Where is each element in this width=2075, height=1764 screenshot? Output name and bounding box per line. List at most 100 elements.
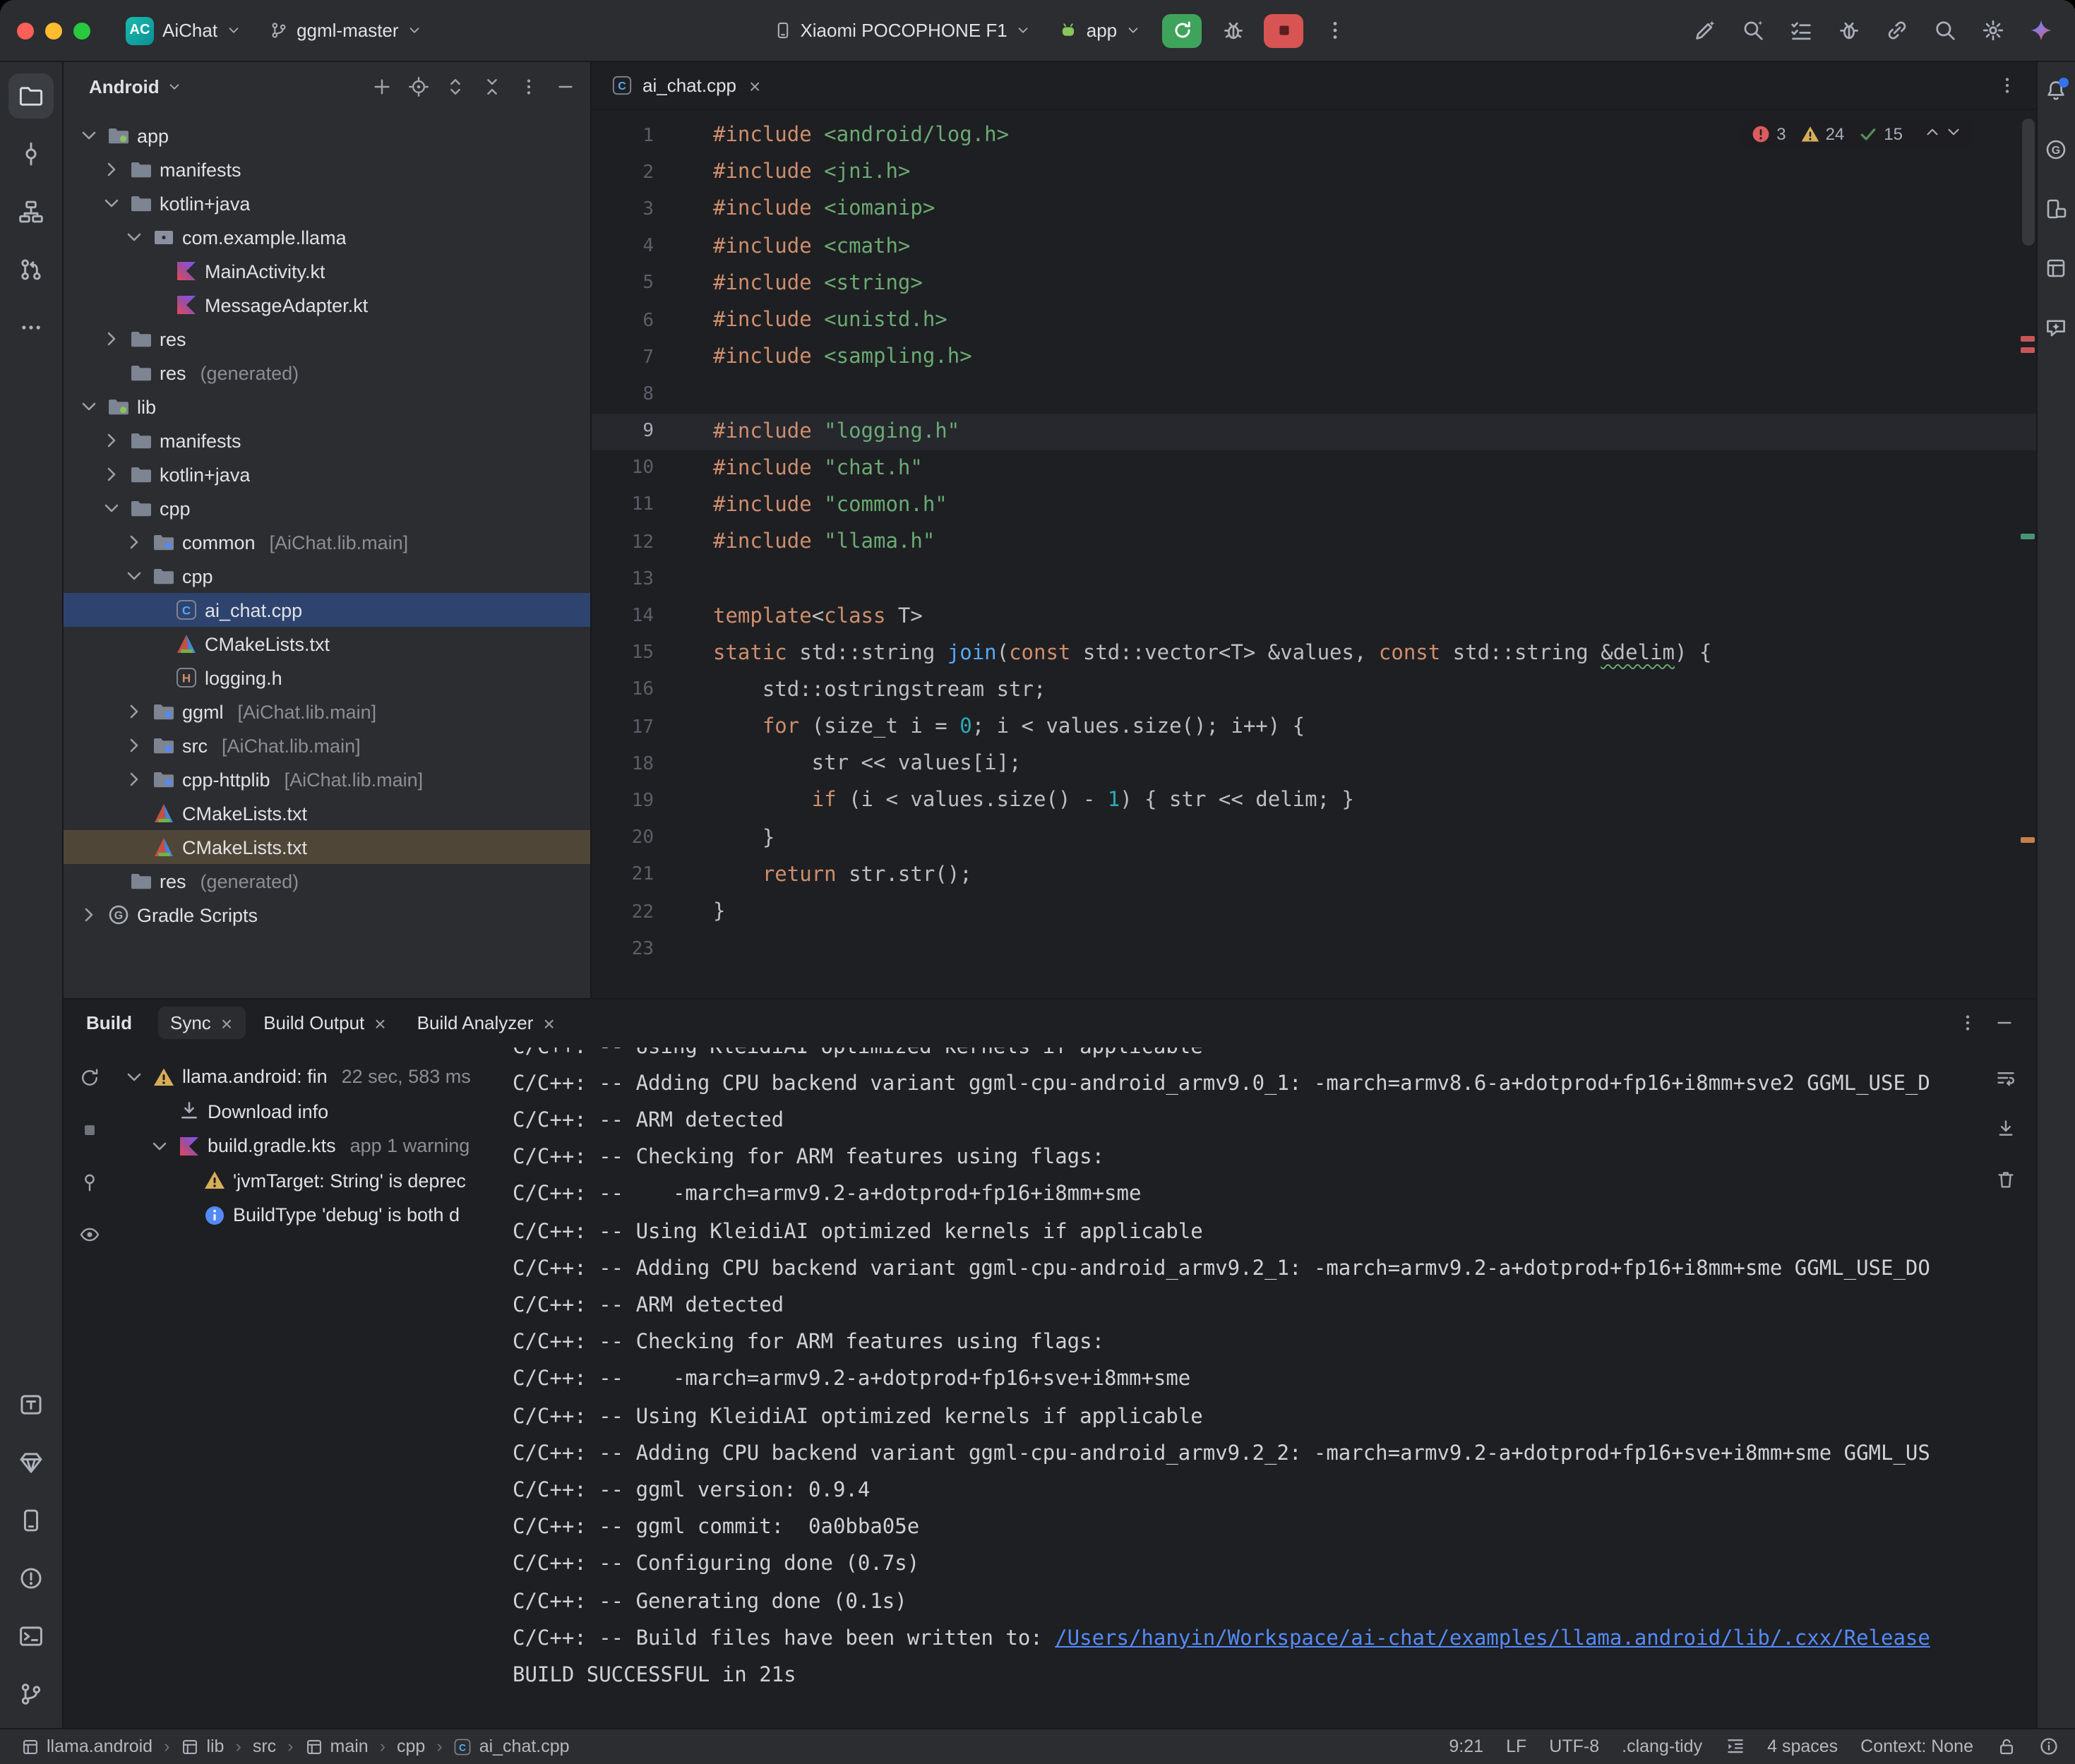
device-explorer-tool-button[interactable] <box>2039 192 2073 226</box>
code-line[interactable]: 9#include "logging.h" <box>592 413 2035 450</box>
tree-item[interactable]: com.example.llama <box>64 220 590 254</box>
code-line[interactable]: 15static std::string join(const std::vec… <box>592 635 2035 671</box>
build-options-button[interactable] <box>1951 1006 1985 1040</box>
line-number[interactable]: 18 <box>592 754 654 775</box>
line-number[interactable]: 11 <box>592 495 654 516</box>
code-line[interactable]: 21 return str.str(); <box>592 857 2035 894</box>
settings-button[interactable] <box>1973 11 2013 50</box>
error-stripe-mark[interactable] <box>2020 347 2034 353</box>
file-encoding[interactable]: UTF-8 <box>1549 1737 1599 1757</box>
build-console[interactable]: C/C++: -- Using KleidiAI optimized kerne… <box>504 1047 2035 1728</box>
project-widget[interactable]: AC AiChat <box>116 11 251 50</box>
sync-button[interactable] <box>72 1061 106 1095</box>
tree-item[interactable]: CMakeLists.txt <box>64 830 590 864</box>
stop-button[interactable] <box>1264 13 1303 47</box>
checklist-button[interactable] <box>1781 11 1821 50</box>
chevron-right-icon[interactable] <box>123 734 145 757</box>
tree-item[interactable]: CMakeLists.txt <box>64 627 590 661</box>
tree-item[interactable]: cpp-httplib[AiChat.lib.main] <box>64 762 590 796</box>
tree-item[interactable]: cpp <box>64 559 590 593</box>
line-number[interactable]: 8 <box>592 384 654 405</box>
running-devices-tool-button[interactable] <box>8 1382 54 1427</box>
ai-edit-button[interactable] <box>1685 11 1725 50</box>
tree-item[interactable]: kotlin+java <box>64 457 590 491</box>
code-line[interactable]: 14template<class T> <box>592 598 2035 635</box>
more-v-button[interactable] <box>511 69 545 103</box>
line-number[interactable]: 6 <box>592 310 654 331</box>
line-number[interactable]: 20 <box>592 827 654 848</box>
code-line[interactable]: 12#include "llama.h" <box>592 524 2035 560</box>
problems-tool-button[interactable] <box>8 1556 54 1601</box>
line-number[interactable]: 3 <box>592 199 654 220</box>
change-stripe-mark[interactable] <box>2020 534 2034 539</box>
terminal-tool-button[interactable] <box>8 1614 54 1659</box>
gemini-button[interactable] <box>2021 11 2061 50</box>
hide-button[interactable] <box>548 69 582 103</box>
code-line[interactable]: 22} <box>592 894 2035 930</box>
code-line[interactable]: 18 str << values[i]; <box>592 745 2035 782</box>
tree-item[interactable]: kotlin+java <box>64 186 590 220</box>
indent-size[interactable]: 4 spaces <box>1767 1737 1838 1757</box>
collapse-all-button[interactable] <box>474 69 508 103</box>
tree-item[interactable]: res(generated) <box>64 864 590 898</box>
breadcrumb-item[interactable]: cpp <box>393 1736 429 1758</box>
build-tree-item[interactable]: llama.android: fin22 sec, 583 ms <box>114 1060 504 1094</box>
error-stripe-mark[interactable] <box>2020 336 2034 342</box>
tree-item[interactable]: cpp <box>64 491 590 525</box>
chevron-down-icon[interactable] <box>78 124 100 147</box>
tree-item[interactable]: common[AiChat.lib.main] <box>64 525 590 559</box>
plus-button[interactable] <box>364 69 398 103</box>
code-line[interactable]: 6#include <unistd.h> <box>592 302 2035 339</box>
breadcrumb-item[interactable]: lib <box>177 1736 228 1758</box>
more-tool-button[interactable] <box>8 305 54 350</box>
expand-all-button[interactable] <box>438 69 472 103</box>
hide-build-panel-button[interactable] <box>1987 1006 2021 1040</box>
project-tool-button[interactable] <box>8 73 54 119</box>
line-number[interactable]: 2 <box>592 162 654 184</box>
tree-item[interactable]: GGradle Scripts <box>64 898 590 932</box>
file-lock-button[interactable] <box>1996 1737 2016 1757</box>
code-line[interactable]: 5#include <string> <box>592 265 2035 302</box>
build-tab-build-analyzer[interactable]: Build Analyzer× <box>405 1007 568 1039</box>
caret-position[interactable]: 9:21 <box>1449 1737 1483 1757</box>
warnings-indicator[interactable]: 24 <box>1800 124 1845 144</box>
run-config-selector[interactable]: app <box>1050 14 1151 47</box>
code-line[interactable]: 19 if (i < values.size() - 1) { str << d… <box>592 783 2035 820</box>
search-button[interactable] <box>1925 11 1965 50</box>
code-line[interactable]: 16 std::ostringstream str; <box>592 672 2035 709</box>
chevron-right-icon[interactable] <box>123 531 145 553</box>
soft-wrap-button[interactable] <box>1989 1061 2023 1095</box>
close-window-button[interactable] <box>17 22 34 39</box>
code-line[interactable]: 4#include <cmath> <box>592 228 2035 265</box>
pull-requests-tool-button[interactable] <box>8 247 54 292</box>
line-number[interactable]: 19 <box>592 791 654 812</box>
line-number[interactable]: 14 <box>592 606 654 627</box>
warning-stripe-mark[interactable] <box>2020 837 2034 843</box>
version-control-tool-button[interactable] <box>8 1672 54 1717</box>
chevron-down-icon[interactable] <box>148 1135 171 1158</box>
layout-inspector-tool-button[interactable] <box>2039 251 2073 285</box>
line-number[interactable]: 4 <box>592 236 654 257</box>
code-line[interactable]: 10#include "chat.h" <box>592 450 2035 486</box>
code-line[interactable]: 13 <box>592 561 2035 598</box>
chevron-down-icon[interactable] <box>100 497 123 520</box>
line-number[interactable]: 10 <box>592 458 654 479</box>
line-number[interactable]: 15 <box>592 642 654 664</box>
line-number[interactable]: 7 <box>592 347 654 368</box>
line-number[interactable]: 17 <box>592 716 654 738</box>
tree-item[interactable]: MessageAdapter.kt <box>64 288 590 322</box>
commit-tool-button[interactable] <box>8 131 54 176</box>
line-number[interactable]: 16 <box>592 680 654 701</box>
more-run-actions-button[interactable] <box>1315 11 1354 50</box>
chevron-right-icon[interactable] <box>100 158 123 181</box>
device-selector[interactable]: Xiaomi POCOPHONE F1 <box>763 14 1041 47</box>
context-indicator[interactable]: Context: None <box>1860 1737 1973 1757</box>
tree-item[interactable]: app <box>64 119 590 152</box>
locate-button[interactable] <box>401 69 435 103</box>
chevron-right-icon[interactable] <box>100 429 123 452</box>
breadcrumb-item[interactable]: Cai_chat.cpp <box>450 1736 574 1758</box>
app-insights-tool-button[interactable] <box>8 1440 54 1485</box>
tab-options-button[interactable] <box>1990 68 2024 102</box>
close-tab-icon[interactable]: × <box>374 1013 385 1033</box>
clear-all-button[interactable] <box>1989 1163 2023 1196</box>
